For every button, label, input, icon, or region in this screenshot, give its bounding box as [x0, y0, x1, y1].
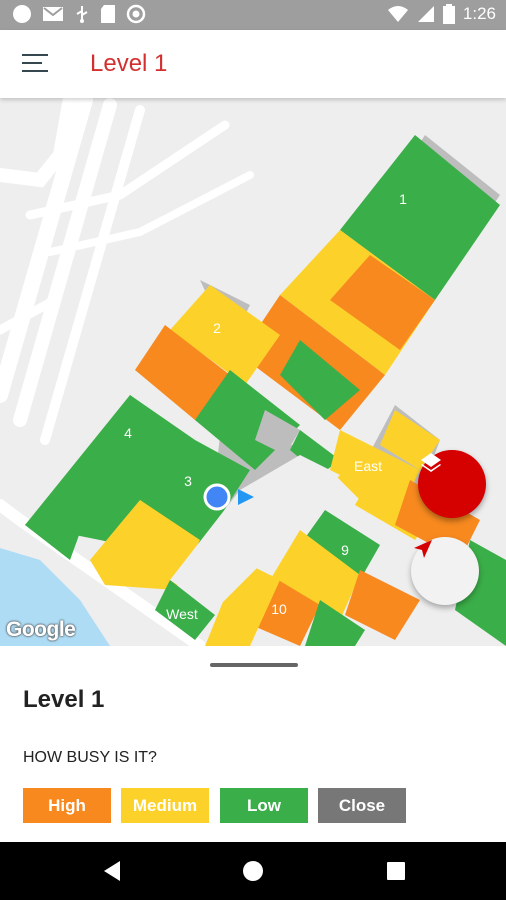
building-label-2: 2: [213, 320, 221, 336]
wifi-icon: [387, 6, 408, 22]
app-bar: Level 1: [0, 30, 506, 98]
medium-button[interactable]: Medium: [121, 788, 209, 823]
system-navigation-bar: [0, 842, 506, 900]
high-button[interactable]: High: [23, 788, 111, 823]
close-button[interactable]: Close: [318, 788, 406, 823]
signal-icon: [417, 6, 434, 22]
gmail-icon: [43, 7, 63, 21]
layers-icon: [421, 453, 441, 472]
hamburger-menu-icon[interactable]: [22, 52, 48, 74]
building-label-9: 9: [341, 542, 349, 558]
notification-icons: [12, 4, 146, 24]
navigation-button[interactable]: [411, 537, 479, 605]
recents-icon[interactable]: [381, 856, 411, 886]
sd-card-icon: [101, 5, 115, 23]
system-icons: 1:26: [387, 4, 496, 24]
layers-button[interactable]: [418, 450, 486, 518]
building-label-1: 1: [399, 191, 407, 207]
usb-icon: [76, 6, 88, 23]
low-button[interactable]: Low: [220, 788, 308, 823]
status-bar: 1:26: [0, 0, 506, 30]
battery-icon: [442, 4, 455, 24]
home-icon[interactable]: [238, 856, 268, 886]
sheet-drag-handle[interactable]: [210, 663, 298, 667]
map-view[interactable]: 1 2 4 3 9 10 East West Google: [0, 98, 506, 646]
page-title: Level 1: [90, 50, 168, 77]
busy-question-label: HOW BUSY IS IT?: [23, 749, 157, 766]
building-label-10: 10: [271, 601, 287, 617]
building-label-west: West: [166, 606, 198, 622]
building-label-3: 3: [184, 473, 192, 489]
sync-circle-icon: [126, 4, 146, 24]
building-label-4: 4: [124, 425, 132, 441]
navigation-arrow-icon: [414, 540, 432, 558]
sheet-title: Level 1: [23, 686, 105, 713]
notification-circle-icon: [13, 5, 31, 23]
status-time: 1:26: [462, 4, 496, 23]
google-logo: Google: [6, 618, 76, 641]
building-label-east: East: [354, 458, 382, 474]
back-icon[interactable]: [97, 856, 127, 886]
level-bottom-sheet: Level 1 HOW BUSY IS IT? High Medium Low …: [0, 646, 506, 842]
